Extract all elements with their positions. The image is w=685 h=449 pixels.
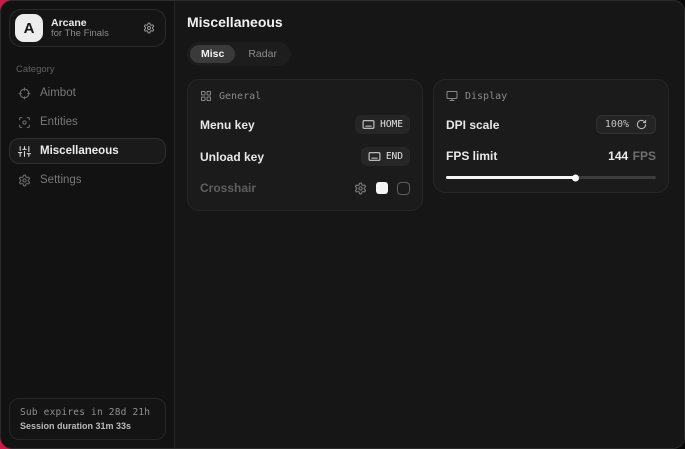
sidebar-nav: Aimbot Entities Miscellaneous xyxy=(1,80,174,193)
fps-limit-value-group: 144 FPS xyxy=(608,147,656,165)
tab-radar[interactable]: Radar xyxy=(237,45,288,63)
fps-slider-fill xyxy=(446,176,576,179)
fps-limit-unit: FPS xyxy=(633,149,656,163)
sidebar-item-aimbot[interactable]: Aimbot xyxy=(9,80,166,106)
unload-key-label: Unload key xyxy=(200,150,264,164)
app-window: A Arcane for The Finals Category Aimbot xyxy=(0,0,685,449)
crosshair-row: Crosshair xyxy=(200,179,410,197)
crosshair-checkbox[interactable] xyxy=(397,182,410,195)
crosshair-color-swatch[interactable] xyxy=(376,182,388,194)
menu-key-row: Menu key HOME xyxy=(200,115,410,134)
app-avatar: A xyxy=(15,14,43,42)
display-panel: Display DPI scale 100% FPS limit xyxy=(433,79,669,193)
refresh-icon[interactable] xyxy=(636,119,647,130)
grid-icon xyxy=(200,90,212,102)
scan-eye-icon xyxy=(18,116,31,129)
sidebar-item-miscellaneous[interactable]: Miscellaneous xyxy=(9,138,166,164)
fps-limit-label: FPS limit xyxy=(446,149,497,163)
gear-icon[interactable] xyxy=(143,22,155,34)
crosshair-controls xyxy=(354,182,410,195)
fps-limit-value: 144 xyxy=(608,149,628,163)
sub-expiry-text: Sub expires in 28d 21h xyxy=(20,407,155,418)
menu-key-value: HOME xyxy=(380,119,403,130)
sidebar-item-label: Entities xyxy=(40,116,78,128)
sidebar: A Arcane for The Finals Category Aimbot xyxy=(1,1,175,448)
sliders-icon xyxy=(18,145,31,158)
app-title: Arcane xyxy=(51,17,109,29)
tab-misc[interactable]: Misc xyxy=(190,45,235,63)
menu-key-binding[interactable]: HOME xyxy=(355,115,410,134)
sidebar-item-label: Miscellaneous xyxy=(40,145,119,157)
subscription-status-card: Sub expires in 28d 21h Session duration … xyxy=(9,398,166,440)
sidebar-item-label: Settings xyxy=(40,174,82,186)
sidebar-item-settings[interactable]: Settings xyxy=(9,167,166,193)
fps-limit-slider[interactable] xyxy=(446,176,656,179)
monitor-icon xyxy=(446,90,458,102)
fps-limit-row: FPS limit 144 FPS xyxy=(446,147,656,165)
crosshair-icon xyxy=(18,87,31,100)
gear-icon xyxy=(18,174,31,187)
app-subtitle: for The Finals xyxy=(51,29,109,40)
display-panel-header: Display xyxy=(446,90,656,102)
unload-key-binding[interactable]: END xyxy=(361,147,410,166)
panels-row: General Menu key HOME Unload key xyxy=(187,79,669,211)
menu-key-label: Menu key xyxy=(200,118,255,132)
logo-card: A Arcane for The Finals xyxy=(9,9,166,47)
dpi-scale-label: DPI scale xyxy=(446,118,499,132)
page-title: Miscellaneous xyxy=(187,14,669,30)
tab-bar: Misc Radar xyxy=(187,42,291,66)
gear-icon[interactable] xyxy=(354,182,367,195)
dpi-scale-value: 100% xyxy=(605,119,629,130)
unload-key-row: Unload key END xyxy=(200,147,410,166)
general-panel: General Menu key HOME Unload key xyxy=(187,79,423,211)
keyboard-icon xyxy=(362,118,375,131)
keyboard-icon xyxy=(368,150,381,163)
main-content: Miscellaneous Misc Radar General Menu ke… xyxy=(175,1,685,448)
screen: A Arcane for The Finals Category Aimbot xyxy=(0,0,685,449)
category-label: Category xyxy=(16,64,174,75)
sidebar-item-entities[interactable]: Entities xyxy=(9,109,166,135)
display-panel-title: Display xyxy=(465,91,507,102)
unload-key-value: END xyxy=(386,151,403,162)
dpi-scale-control[interactable]: 100% xyxy=(596,115,656,134)
crosshair-label: Crosshair xyxy=(200,181,256,195)
session-duration-text: Session duration 31m 33s xyxy=(20,421,155,431)
general-panel-header: General xyxy=(200,90,410,102)
logo-text: Arcane for The Finals xyxy=(51,17,109,40)
general-panel-title: General xyxy=(219,91,261,102)
fps-slider-thumb[interactable] xyxy=(572,174,579,181)
sidebar-item-label: Aimbot xyxy=(40,87,76,99)
dpi-scale-row: DPI scale 100% xyxy=(446,115,656,134)
